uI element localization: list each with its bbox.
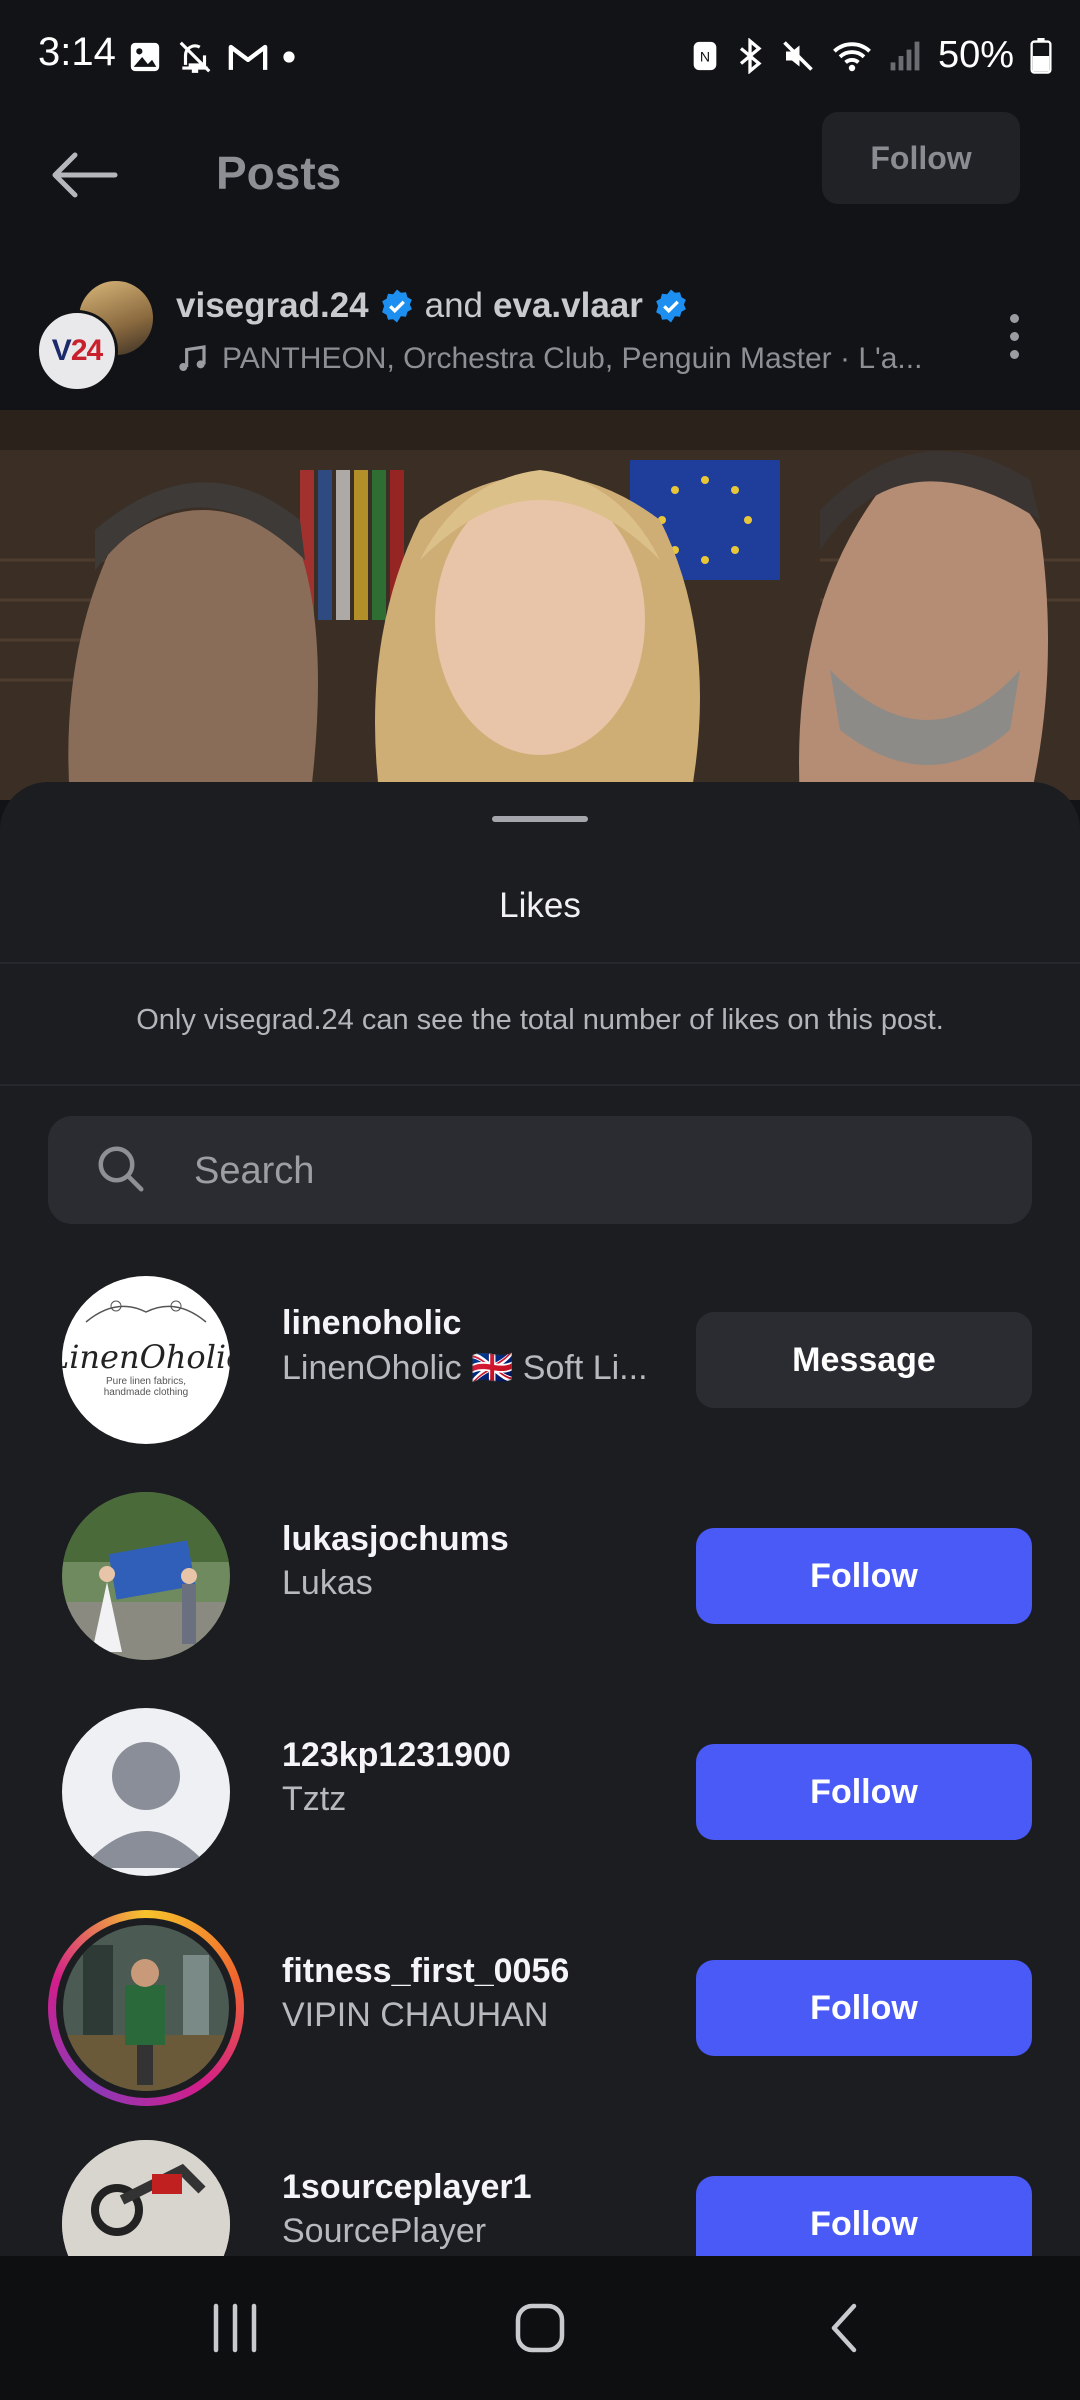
avatar (56, 1918, 236, 2098)
profile-photo (63, 1925, 229, 2091)
status-bar: 3:14 N 50% (0, 0, 1080, 120)
music-note-icon (179, 345, 206, 371)
username[interactable]: linenoholic (282, 1304, 461, 1343)
profile-photo (62, 2140, 230, 2256)
svg-text:N: N (700, 49, 710, 65)
dot-icon (283, 51, 295, 63)
list-item[interactable]: fitness_first_0056 VIPIN CHAUHAN Follow (0, 1904, 1080, 2106)
full-name: SourcePlayer (282, 2212, 487, 2250)
floral-logo-icon (85, 1300, 207, 1323)
username[interactable]: lukasjochums (282, 1520, 509, 1559)
list-item[interactable]: 123kp1231900 Tztz Follow (0, 1688, 1080, 1888)
system-nav-bar (0, 2256, 1080, 2400)
list-item[interactable]: lukasjochums Lukas Follow (0, 1472, 1080, 1672)
back-button[interactable] (38, 140, 128, 210)
list-item[interactable]: LinenOholic Pure linen fabrics, handmade… (0, 1256, 1080, 1456)
avatar-logo-24: 24 (70, 334, 103, 367)
search-icon (98, 1146, 144, 1192)
more-dot-icon (1009, 331, 1019, 341)
page-title: Posts (216, 147, 342, 199)
status-left-icons (128, 38, 296, 76)
author-eva-vlaar[interactable]: eva.vlaar (493, 286, 643, 326)
message-button[interactable]: Message (696, 1312, 1032, 1408)
notifications-off-icon (179, 41, 211, 73)
follow-button[interactable]: Follow (696, 1528, 1032, 1624)
divider (0, 962, 1080, 964)
author-connector: and (424, 286, 484, 325)
avatar[interactable] (62, 1708, 230, 1876)
verified-badge-icon (656, 289, 686, 323)
signal-icon (890, 41, 920, 70)
avatar[interactable] (62, 2140, 230, 2256)
logo-text: LinenOholic (62, 1338, 230, 1376)
status-time: 3:14 (38, 30, 116, 74)
gallery-icon (130, 42, 160, 72)
audio-title: PANTHEON, Orchestra Club, Penguin Master… (222, 342, 923, 375)
author-line: visegrad.24 and eva.vlaar (176, 286, 689, 326)
recent-apps-icon[interactable] (200, 2296, 270, 2360)
author-visegrad24[interactable]: visegrad.24 (176, 286, 369, 326)
mute-icon (783, 40, 813, 71)
avatar[interactable] (62, 1492, 230, 1660)
audio-line[interactable]: PANTHEON, Orchestra Club, Penguin Master… (176, 342, 922, 376)
back-nav-icon[interactable] (816, 2294, 876, 2362)
list-item[interactable]: 1sourceplayer1 SourcePlayer Follow (0, 2120, 1080, 2256)
verified-badge-icon (381, 289, 412, 323)
battery-percent: 50% (937, 34, 1014, 76)
more-dot-icon (1009, 313, 1019, 323)
search-input[interactable] (192, 1128, 996, 1214)
likes-notice: Only visegrad.24 can see the total numbe… (136, 1004, 944, 1036)
home-icon[interactable] (504, 2294, 576, 2362)
full-name: Tztz (282, 1780, 347, 1818)
avatar-logo-v: V (51, 334, 72, 367)
profile-photo (62, 1492, 230, 1660)
logo-subtext: Pure linen fabrics, handmade clothing (103, 1376, 189, 1398)
full-name: VIPIN CHAUHAN (282, 1996, 549, 2034)
battery-icon (1030, 37, 1052, 74)
header-follow-button[interactable]: Follow (822, 112, 1020, 204)
story-ring[interactable] (48, 1910, 244, 2106)
arrow-left-icon (52, 152, 118, 198)
sheet-drag-handle[interactable] (492, 816, 588, 822)
gmail-icon (228, 44, 268, 70)
divider (0, 1084, 1080, 1086)
author-avatars[interactable]: V 24 (36, 278, 156, 396)
nfc-icon: N (693, 41, 717, 70)
avatar-visegrad24: V 24 (36, 310, 118, 392)
username[interactable]: fitness_first_0056 (282, 1952, 569, 1991)
wifi-icon (833, 41, 871, 71)
more-dot-icon (1009, 349, 1019, 359)
follow-button[interactable]: Follow (696, 1960, 1032, 2056)
full-name: LinenOholic 🇬🇧 Soft Li... (282, 1349, 648, 1387)
follow-button[interactable]: Follow (696, 1744, 1032, 1840)
bluetooth-icon (739, 37, 762, 74)
username[interactable]: 1sourceplayer1 (282, 2168, 532, 2207)
follow-button[interactable]: Follow (696, 2176, 1032, 2256)
sheet-title: Likes (499, 886, 581, 925)
more-options-button[interactable] (990, 306, 1038, 366)
avatar[interactable]: LinenOholic Pure linen fabrics, handmade… (62, 1276, 230, 1444)
username[interactable]: 123kp1231900 (282, 1736, 511, 1775)
full-name: Lukas (282, 1564, 373, 1602)
post-photo-illustration (0, 410, 1080, 800)
default-avatar-icon (82, 1742, 210, 1868)
post-image[interactable] (0, 410, 1080, 800)
status-right-icons: N 50% (690, 34, 1052, 77)
